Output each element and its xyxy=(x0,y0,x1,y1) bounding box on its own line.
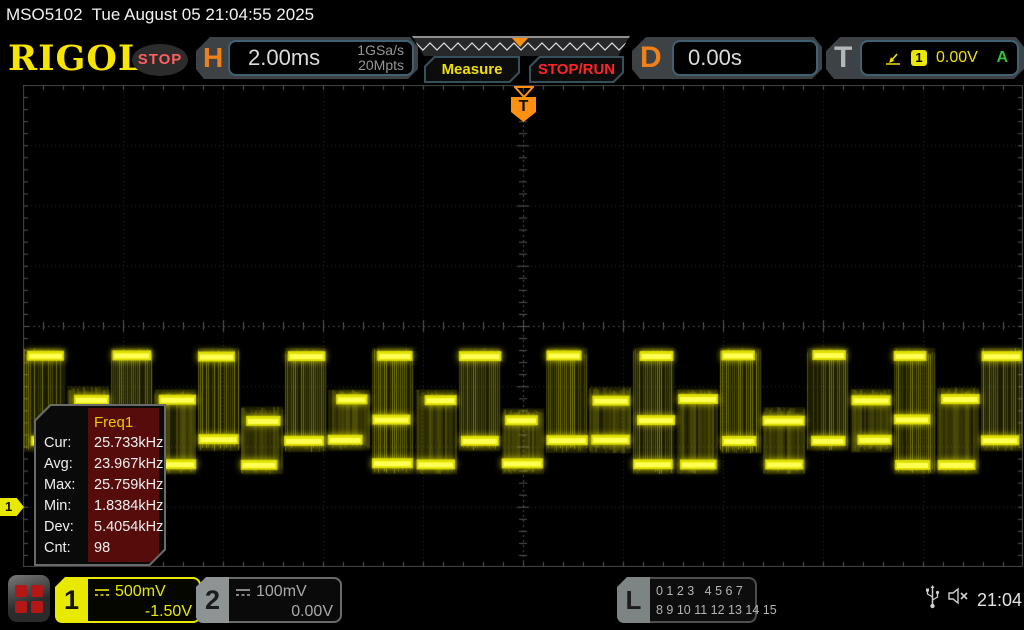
trigger-slope-icon xyxy=(884,51,902,66)
logic-channels-widget[interactable]: L 0 1 2 3 4 5 6 78 9 10 11 12 13 14 15 xyxy=(617,577,757,623)
trigger-level-value: 0.00V xyxy=(936,49,978,67)
menu-grid-button[interactable] xyxy=(8,575,50,622)
logic-tab[interactable]: L xyxy=(617,577,650,623)
horizontal-settings-box[interactable]: H 2.00ms 1GSa/s 20Mpts xyxy=(196,37,418,79)
measure-button[interactable]: Measure xyxy=(424,56,520,83)
speaker-muted-icon[interactable] xyxy=(947,587,969,605)
sample-rate: 1GSa/s xyxy=(357,42,404,58)
header-bar: RIGOL STOP H 2.00ms 1GSa/s 20Mpts Measur… xyxy=(0,30,1024,85)
channel1-widget[interactable]: 1 500mV -1.50V xyxy=(55,577,201,623)
trigger-position-triangle-icon[interactable] xyxy=(514,86,534,98)
menu-grid-icon xyxy=(15,585,43,613)
channel1-offset: -1.50V xyxy=(94,602,192,622)
dc-coupling-icon xyxy=(94,587,110,598)
delay-settings-box[interactable]: D 0.00s xyxy=(632,37,822,79)
rigol-logo: RIGOL xyxy=(8,38,143,79)
stop-run-button[interactable]: STOP/RUN xyxy=(529,56,624,83)
channel2-widget[interactable]: 2 100mV 0.00V xyxy=(196,577,342,623)
channel1-tab[interactable]: 1 xyxy=(55,577,88,623)
dc-coupling-icon xyxy=(235,587,251,598)
channel2-offset: 0.00V xyxy=(235,602,333,622)
logic-row1: 0 1 2 3 4 5 6 7 xyxy=(656,584,743,598)
delay-value: 0.00s xyxy=(688,45,742,71)
timebase-value: 2.00ms xyxy=(248,45,320,71)
measurement-row: Dev:5.4054kHz xyxy=(36,519,164,540)
memory-depth: 20Mpts xyxy=(358,57,404,73)
bottom-bar: 1 500mV -1.50V 2 xyxy=(0,570,1024,630)
clock: 21:04 xyxy=(977,580,1022,620)
timebase-box[interactable]: 2.00ms 1GSa/s 20Mpts xyxy=(228,40,414,76)
horizontal-label: H xyxy=(203,37,223,79)
oscilloscope-screen: MSO5102 Tue August 05 21:04:55 2025 RIGO… xyxy=(0,0,1024,630)
trigger-settings-box[interactable]: T 1 0.00V A xyxy=(826,37,1024,79)
measurement-row: Min:1.8384kHz xyxy=(36,498,164,519)
measurement-row: Max:25.759kHz xyxy=(36,477,164,498)
trigger-source-badge: 1 xyxy=(911,50,927,66)
channel2-scale: 100mV xyxy=(256,582,307,602)
channel2-tab[interactable]: 2 xyxy=(196,577,229,623)
channel1-level-marker[interactable]: 1 xyxy=(0,498,24,516)
trigger-box[interactable]: 1 0.00V A xyxy=(860,40,1019,76)
screen-title-text: MSO5102 Tue August 05 21:04:55 2025 xyxy=(0,0,1024,30)
logic-row2: 8 9 10 11 12 13 14 15 xyxy=(656,603,777,617)
waveform-graticule xyxy=(23,85,1023,567)
waveform-preview-strip[interactable] xyxy=(412,36,630,56)
channel1-scale: 500mV xyxy=(115,582,166,602)
measurement-row: Avg:23.967kHz xyxy=(36,456,164,477)
measurement-row: Cnt:98 xyxy=(36,540,164,561)
measurement-title: Freq1 xyxy=(94,414,133,431)
measurement-panel[interactable]: Freq1 Cur:25.733kHz Avg:23.967kHz Max:25… xyxy=(34,404,166,566)
trigger-sweep-mode: A xyxy=(996,49,1008,67)
run-state-badge[interactable]: STOP xyxy=(132,44,188,76)
trigger-label: T xyxy=(834,37,852,79)
preview-trigger-position-icon xyxy=(512,38,528,47)
delay-label: D xyxy=(640,37,662,79)
usb-icon xyxy=(925,583,940,609)
measurement-row: Cur:25.733kHz xyxy=(36,435,164,456)
delay-box[interactable]: 0.00s xyxy=(672,40,818,76)
